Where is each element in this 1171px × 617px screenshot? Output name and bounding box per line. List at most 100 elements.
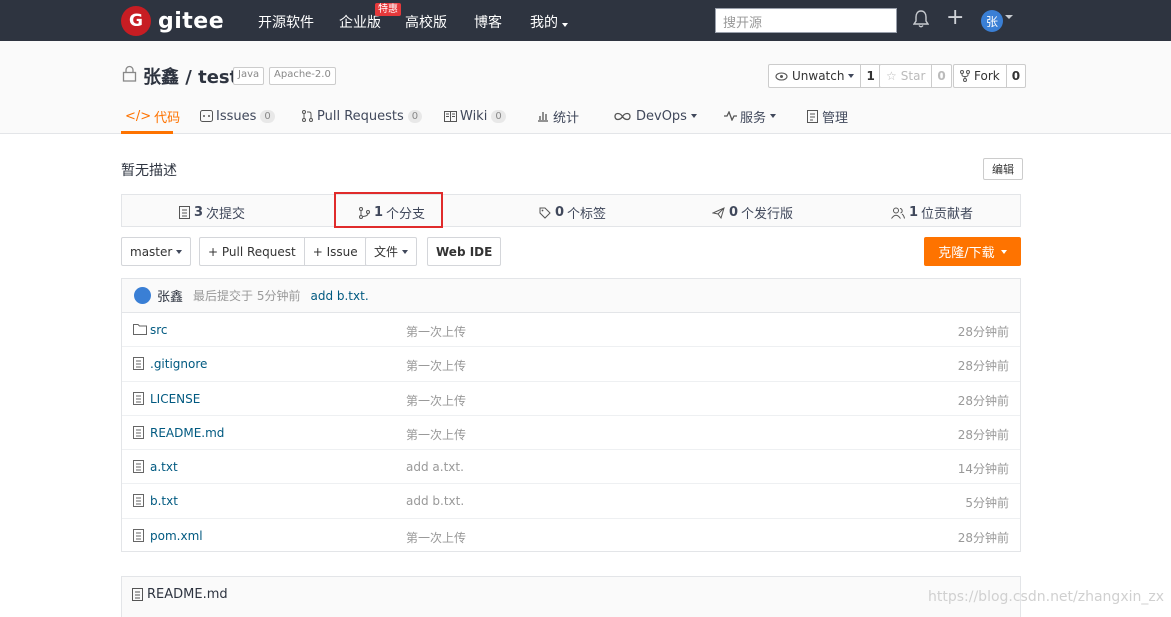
commit-author[interactable]: 张鑫 <box>157 286 183 305</box>
file-commit-message[interactable]: 第一次上传 <box>406 426 466 443</box>
tab-issues[interactable]: Issues 0 <box>200 106 275 126</box>
wiki-icon <box>444 110 457 122</box>
file-name[interactable]: pom.xml <box>150 529 203 543</box>
nav-link-education[interactable]: 高校版 <box>405 12 447 32</box>
plus-icon[interactable]: + <box>946 7 964 29</box>
tab-code-label: 代码 <box>154 110 181 126</box>
table-row: LICENSE 第一次上传 28分钟前 <box>122 382 1020 416</box>
file-commit-message[interactable]: 第一次上传 <box>406 357 466 374</box>
issues-icon <box>200 110 213 122</box>
file-icon <box>133 391 144 408</box>
fork-button[interactable]: Fork 0 <box>953 64 1027 88</box>
watermark: https://blog.csdn.net/zhangxin_zx <box>928 589 1164 605</box>
file-commit-message[interactable]: add a.txt. <box>406 460 464 474</box>
chevron-down-icon <box>562 23 568 27</box>
file-name[interactable]: README.md <box>150 426 224 440</box>
file-name[interactable]: a.txt <box>150 460 178 474</box>
tab-pr-label: Pull Requests <box>317 108 404 124</box>
file-commit-message[interactable]: 第一次上传 <box>406 323 466 340</box>
file-icon <box>133 357 144 373</box>
file-commit-time: 14分钟前 <box>957 462 1009 477</box>
stat-releases-count: 0 <box>729 205 739 220</box>
edit-description-button[interactable]: 编辑 <box>983 158 1023 180</box>
web-ide-button[interactable]: Web IDE <box>427 237 502 266</box>
tab-wiki-label: Wiki <box>460 108 488 124</box>
clone-download-button[interactable]: 克隆/下载 <box>924 237 1021 266</box>
user-avatar[interactable]: 张 <box>981 10 1003 32</box>
repo-stats-bar: 3 次提交 1 个分支 0 个标签 0 个发行版 1 位贡献者 <box>121 194 1021 227</box>
latest-commit-bar: 张鑫 最后提交于 5分钟前 add b.txt. <box>122 279 1020 313</box>
file-name[interactable]: LICENSE <box>150 392 200 406</box>
pull-request-icon <box>302 110 313 122</box>
avatar[interactable] <box>134 287 151 304</box>
table-row: b.txt add b.txt. 5分钟前 <box>122 484 1020 519</box>
chevron-down-icon <box>402 249 409 254</box>
tab-services[interactable]: 服务 <box>724 106 777 126</box>
stat-releases-label: 个发行版 <box>741 207 794 222</box>
file-commit-time: 5分钟前 <box>965 496 1009 511</box>
star-count[interactable]: 0 <box>932 69 950 83</box>
fork-icon <box>960 70 970 82</box>
tab-pull-requests[interactable]: Pull Requests 0 <box>302 106 423 126</box>
watch-button[interactable]: Unwatch 1 <box>768 64 881 88</box>
chevron-down-icon <box>848 74 855 78</box>
file-commit-message[interactable]: add b.txt. <box>406 494 464 508</box>
highlight-box <box>334 192 443 228</box>
gitee-logo[interactable]: G gitee <box>121 6 224 36</box>
manage-icon <box>807 109 818 123</box>
readme-panel: README.md <box>121 576 1021 617</box>
file-name[interactable]: src <box>150 323 168 337</box>
tab-issues-label: Issues <box>216 108 257 124</box>
table-row: .gitignore 第一次上传 28分钟前 <box>122 347 1020 382</box>
file-name[interactable]: .gitignore <box>150 357 207 371</box>
file-name[interactable]: b.txt <box>150 494 178 508</box>
branch-select[interactable]: master <box>121 237 192 266</box>
new-pull-request-button[interactable]: + Pull Request <box>200 238 304 265</box>
nav-link-open-source[interactable]: 开源软件 <box>258 12 314 32</box>
promo-badge: 特惠 <box>375 3 401 16</box>
license-tag[interactable]: Apache-2.0 <box>269 67 336 85</box>
language-tag[interactable]: Java <box>233 67 265 85</box>
bar-chart-icon <box>538 112 548 122</box>
bell-icon[interactable] <box>913 10 929 28</box>
tab-wiki[interactable]: Wiki 0 <box>444 106 506 126</box>
tab-stats[interactable]: 统计 <box>537 106 579 126</box>
commit-message[interactable]: add b.txt. <box>310 289 368 303</box>
file-commit-time: 28分钟前 <box>957 325 1009 339</box>
table-row: src 第一次上传 28分钟前 <box>122 313 1020 348</box>
tab-code[interactable]: </> 代码 <box>125 106 180 126</box>
star-button[interactable]: ☆ Star 0 <box>879 64 952 88</box>
nav-link-mine-label: 我的 <box>530 15 558 31</box>
watch-count[interactable]: 1 <box>861 69 879 83</box>
project-title[interactable]: 张鑫 / test <box>143 63 238 89</box>
readme-title: README.md <box>132 587 228 602</box>
contributors-icon <box>891 207 905 219</box>
stat-contributors[interactable]: 1 位贡献者 <box>891 203 973 222</box>
tab-manage[interactable]: 管理 <box>807 106 848 126</box>
stat-commits-count: 3 <box>194 205 204 220</box>
chevron-down-icon <box>770 114 777 118</box>
chevron-down-icon[interactable] <box>1005 15 1013 19</box>
file-commit-message[interactable]: 第一次上传 <box>406 392 466 409</box>
stat-tags[interactable]: 0 个标签 <box>539 203 606 222</box>
search-input[interactable]: 搜开源 <box>715 8 897 33</box>
star-icon: ☆ <box>886 69 897 83</box>
star-label: Star <box>900 69 926 83</box>
clone-download-label: 克隆/下载 <box>938 246 995 261</box>
fork-count[interactable]: 0 <box>1007 69 1025 83</box>
file-commit-time: 28分钟前 <box>957 427 1009 442</box>
stat-releases[interactable]: 0 个发行版 <box>712 203 793 222</box>
tab-devops[interactable]: DevOps <box>614 106 697 126</box>
fork-label: Fork <box>974 69 1000 83</box>
stat-commits[interactable]: 3 次提交 <box>179 203 245 222</box>
commit-icon <box>179 206 190 219</box>
file-commit-time: 28分钟前 <box>957 393 1009 408</box>
nav-link-blog[interactable]: 博客 <box>474 12 502 32</box>
table-row: pom.xml 第一次上传 28分钟前 <box>122 519 1020 553</box>
new-issue-button[interactable]: + Issue <box>303 238 366 265</box>
tab-devops-label: DevOps <box>636 108 687 124</box>
nav-link-mine[interactable]: 我的 <box>530 12 568 32</box>
file-menu-button[interactable]: 文件 <box>365 237 418 266</box>
file-commit-message[interactable]: 第一次上传 <box>406 529 466 546</box>
folder-icon <box>133 323 147 338</box>
